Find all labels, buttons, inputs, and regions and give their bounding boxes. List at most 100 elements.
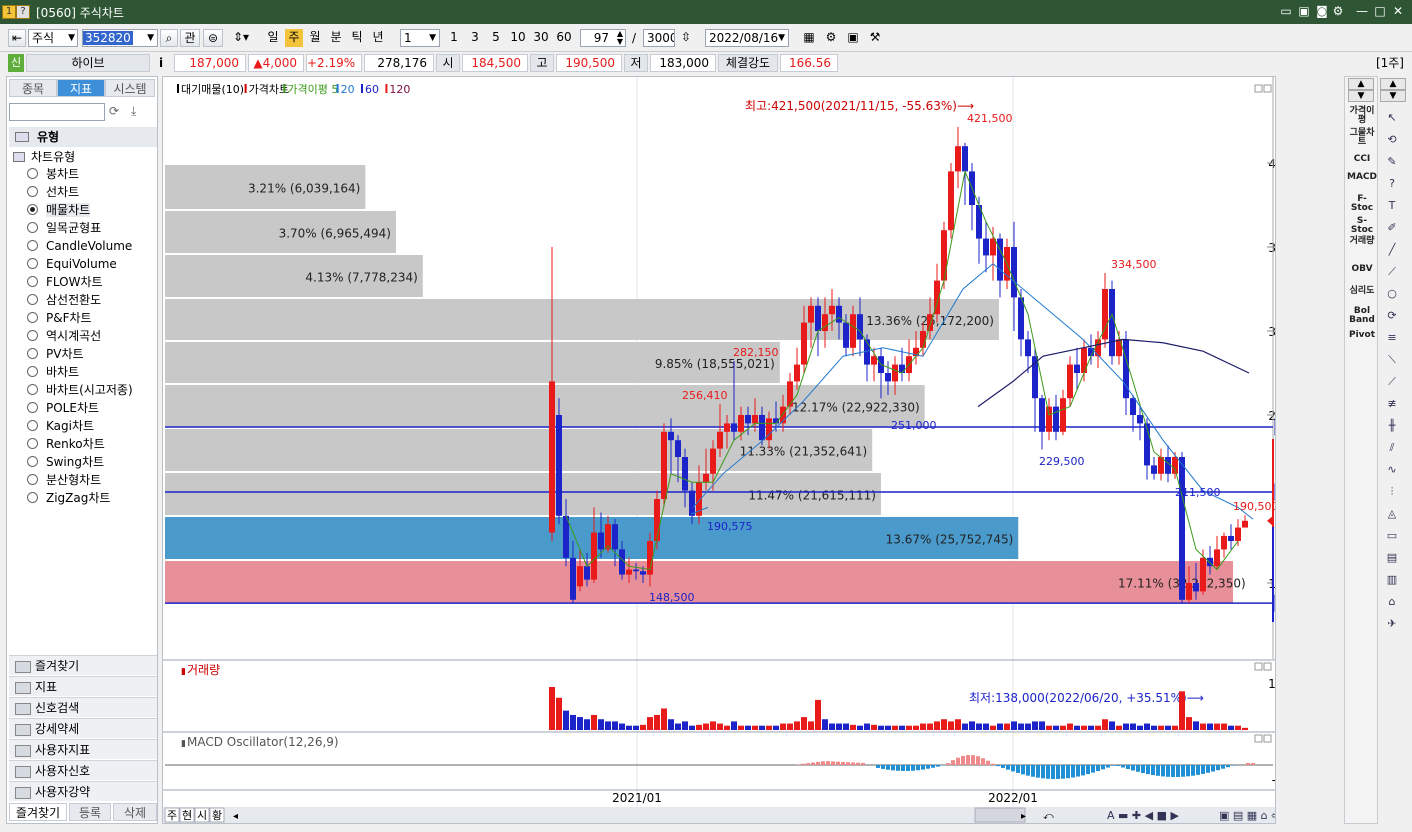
channel-icon[interactable]: ⟋	[1382, 374, 1402, 390]
chart-type-item[interactable]: 일목균형표	[27, 219, 101, 237]
hline-icon[interactable]: ≡	[1382, 330, 1402, 346]
chart-type-item[interactable]: CandleVolume	[27, 237, 132, 255]
radio-icon[interactable]	[27, 222, 38, 233]
chart-type-item[interactable]: ZigZag차트	[27, 489, 110, 507]
gear-icon[interactable]: ⚙	[1330, 3, 1346, 19]
indicator-button[interactable]: MACD	[1347, 173, 1377, 182]
indicator-button[interactable]: F-Stoc	[1347, 195, 1377, 213]
chart-type-item[interactable]: EquiVolume	[27, 255, 117, 273]
radio-icon[interactable]	[27, 474, 38, 485]
interval-button-1[interactable]: 3	[466, 29, 484, 47]
interval-button-5[interactable]: 60	[554, 29, 574, 47]
interval-button-0[interactable]: 1	[445, 29, 463, 47]
grid-icon[interactable]: ╫	[1382, 418, 1402, 434]
stock-chart[interactable]: 대기매물(10) 가격차트가격이평 5 20 60 120 3.21% (6,039,16…	[163, 77, 1275, 823]
sidebar-tab-1[interactable]: 지표	[57, 79, 105, 97]
chart-type-item[interactable]: P&F차트	[27, 309, 92, 327]
sidebar-tab-0[interactable]: 종목	[9, 79, 57, 97]
cursor-icon[interactable]: ↖	[1382, 110, 1402, 126]
text-icon[interactable]: T	[1382, 198, 1402, 214]
radio-icon[interactable]	[27, 240, 38, 251]
chart-icon[interactable]: ▥	[1382, 572, 1402, 588]
folder-item[interactable]: 사용자신호	[9, 760, 157, 780]
radio-icon[interactable]	[27, 204, 38, 215]
auto-icon[interactable]: ◬	[1382, 506, 1402, 522]
period-button-2[interactable]: 월	[306, 29, 324, 47]
settings-arrows-icon[interactable]: ⇳	[677, 29, 695, 47]
info-icon[interactable]: i	[152, 54, 170, 72]
parallel-icon[interactable]: ⫽	[1382, 440, 1402, 456]
folder-item[interactable]: 신호검색	[9, 697, 157, 717]
maximize-icon[interactable]: □	[1372, 3, 1388, 19]
home-icon[interactable]: ⌂	[1382, 594, 1402, 610]
chart-setting-icon[interactable]: ▦	[800, 29, 818, 47]
cycle-icon[interactable]: ⟳	[1382, 308, 1402, 324]
folder-item[interactable]: 강세약세	[9, 718, 157, 738]
indicator-button[interactable]: 거래량	[1347, 237, 1377, 246]
indicator-button[interactable]: 그물차트	[1347, 129, 1377, 147]
refresh-icon[interactable]: ⟳	[109, 104, 127, 122]
market-select[interactable]: 주식 ▼	[28, 29, 78, 47]
chart-type-item[interactable]: 삼선전환도	[27, 291, 101, 309]
tools-up-icon[interactable]: ▲	[1380, 78, 1406, 90]
sidebar-bottom-button-2[interactable]: 삭제	[113, 803, 157, 821]
chart-type-item[interactable]: PV차트	[27, 345, 84, 363]
radio-icon[interactable]	[27, 402, 38, 413]
search-icon[interactable]: ⌕	[160, 29, 178, 47]
radio-icon[interactable]	[27, 168, 38, 179]
chart-type-item[interactable]: 봉차트	[27, 165, 79, 183]
andrew-icon[interactable]: ⫶	[1382, 484, 1402, 500]
copy-icon[interactable]: ▣	[1296, 3, 1312, 19]
help-icon[interactable]: ?	[16, 5, 30, 19]
chart-type-item[interactable]: Swing차트	[27, 453, 104, 471]
strip-down-icon[interactable]: ▼	[1348, 90, 1374, 102]
sidebar-tab-2[interactable]: 시스템	[105, 79, 155, 97]
radio-icon[interactable]	[27, 420, 38, 431]
updown-icon[interactable]: ⇕▾	[226, 29, 256, 47]
chart-type-item[interactable]: 바차트	[27, 363, 79, 381]
indicator-button[interactable]: 심리도	[1347, 287, 1377, 296]
rotate-icon[interactable]: ⟲	[1382, 132, 1402, 148]
fib-icon[interactable]: ≢	[1382, 396, 1402, 412]
pencil-icon[interactable]: ✎	[1382, 154, 1402, 170]
count-input[interactable]: 97 ▲ ▼	[580, 29, 626, 47]
line-icon[interactable]: ╱	[1382, 242, 1402, 258]
indicator-button[interactable]: S-Stoc	[1347, 217, 1377, 235]
chart-type-item[interactable]: FLOW차트	[27, 273, 103, 291]
radio-icon[interactable]	[27, 366, 38, 377]
prev-stock-icon[interactable]: ⇤	[8, 29, 26, 47]
folder-item[interactable]: 사용자강약	[9, 781, 157, 801]
date-input[interactable]: 2022/08/16 ▼	[705, 29, 789, 47]
chart-type-item[interactable]: Kagi차트	[27, 417, 94, 435]
box-icon[interactable]: ▭	[1382, 528, 1402, 544]
stock-code-input[interactable]: 352820 ▼	[82, 29, 158, 47]
radio-icon[interactable]	[27, 312, 38, 323]
period-button-4[interactable]: 틱	[348, 29, 366, 47]
wave-icon[interactable]: ∿	[1382, 462, 1402, 478]
minimize-icon[interactable]: —	[1354, 3, 1370, 19]
pin-icon[interactable]: ▭	[1278, 3, 1294, 19]
chart-type-item[interactable]: 선차트	[27, 183, 79, 201]
chart-type-item[interactable]: 역시계곡선	[27, 327, 101, 345]
folder-item[interactable]: 사용자지표	[9, 739, 157, 759]
camera-icon[interactable]: ◙	[1314, 3, 1330, 19]
interval-button-3[interactable]: 10	[508, 29, 528, 47]
chart-type-item[interactable]: Renko차트	[27, 435, 105, 453]
link-icon[interactable]: ⊜	[203, 29, 223, 47]
radio-icon[interactable]	[27, 456, 38, 467]
indicator-button[interactable]: 가격이평	[1347, 107, 1377, 125]
period-button-1[interactable]: 주	[285, 29, 303, 47]
chart-area[interactable]: 대기매물(10) 가격차트 가격이평 5 20 60 120 3.21% (6,039,16…	[162, 76, 1276, 824]
indicator-button[interactable]: CCI	[1347, 155, 1377, 164]
folder-item[interactable]: 지표	[9, 676, 157, 696]
period-button-5[interactable]: 년	[369, 29, 387, 47]
period-button-0[interactable]: 일	[264, 29, 282, 47]
interval-button-2[interactable]: 5	[487, 29, 505, 47]
period-button-3[interactable]: 분	[327, 29, 345, 47]
indicator-button[interactable]: Pivot	[1347, 331, 1377, 340]
folder-item[interactable]: 즐겨찾기	[9, 655, 157, 675]
help-icon[interactable]: ?	[1382, 176, 1402, 192]
draw-icon[interactable]: ✐	[1382, 220, 1402, 236]
app-icon[interactable]: 1	[2, 5, 16, 19]
chart-type-item[interactable]: POLE차트	[27, 399, 99, 417]
